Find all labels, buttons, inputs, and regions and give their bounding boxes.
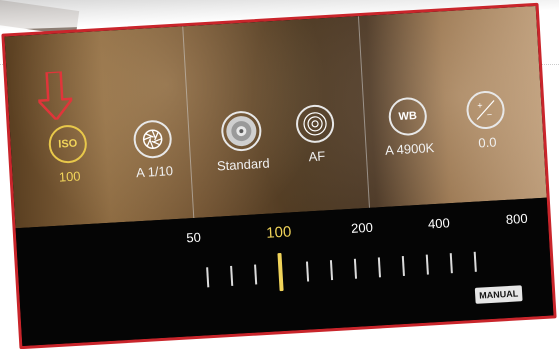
wb-control[interactable]: WB A 4900K	[375, 96, 442, 159]
wb-icon[interactable]: WB	[387, 96, 428, 137]
dial-tick	[230, 265, 234, 286]
arrow-down-icon	[37, 70, 74, 121]
focus-control[interactable]: AF	[289, 103, 342, 165]
metering-control[interactable]: Standard	[205, 109, 278, 174]
scale-value[interactable]: 800	[505, 211, 528, 227]
camera-screenshot: ISO 100 A 1/10 Standard AF WB A 4900K + …	[1, 2, 557, 349]
exposure-label: 0.0	[477, 134, 497, 151]
dial-tick-selected	[277, 252, 284, 292]
iso-icon[interactable]: ISO	[47, 124, 88, 165]
dial-tick	[206, 267, 210, 288]
wb-icon-text: WB	[398, 109, 418, 124]
dial-tick	[329, 260, 334, 281]
focus-label: AF	[308, 148, 326, 165]
dial-tick	[425, 254, 429, 275]
iso-value: 100	[58, 168, 81, 185]
dial-tick	[305, 261, 310, 282]
dial-tick	[254, 264, 258, 285]
dial-tick	[353, 258, 358, 279]
exposure-compensation-icon[interactable]: + −	[465, 89, 506, 131]
focus-icon[interactable]	[294, 103, 336, 144]
metering-icon[interactable]	[220, 109, 263, 153]
iso-control[interactable]: ISO 100	[42, 124, 95, 186]
aperture-icon[interactable]	[132, 119, 173, 160]
exposure-control[interactable]: + − 0.0	[460, 89, 511, 152]
shutter-control[interactable]: A 1/10	[122, 119, 185, 181]
plus-sign: +	[477, 100, 483, 110]
dial-tick	[377, 257, 382, 278]
dial-tick	[401, 255, 405, 277]
manual-mode-badge[interactable]: MANUAL	[474, 285, 523, 304]
scale-value-selected[interactable]: 100	[266, 223, 292, 241]
iso-icon-text: ISO	[57, 137, 78, 151]
scale-value[interactable]: 200	[351, 220, 374, 236]
minus-sign: −	[487, 110, 493, 120]
scale-value[interactable]: 400	[428, 215, 451, 231]
dial-tick	[449, 253, 453, 274]
dial-tick	[473, 251, 477, 272]
scale-value[interactable]: 50	[186, 230, 201, 246]
